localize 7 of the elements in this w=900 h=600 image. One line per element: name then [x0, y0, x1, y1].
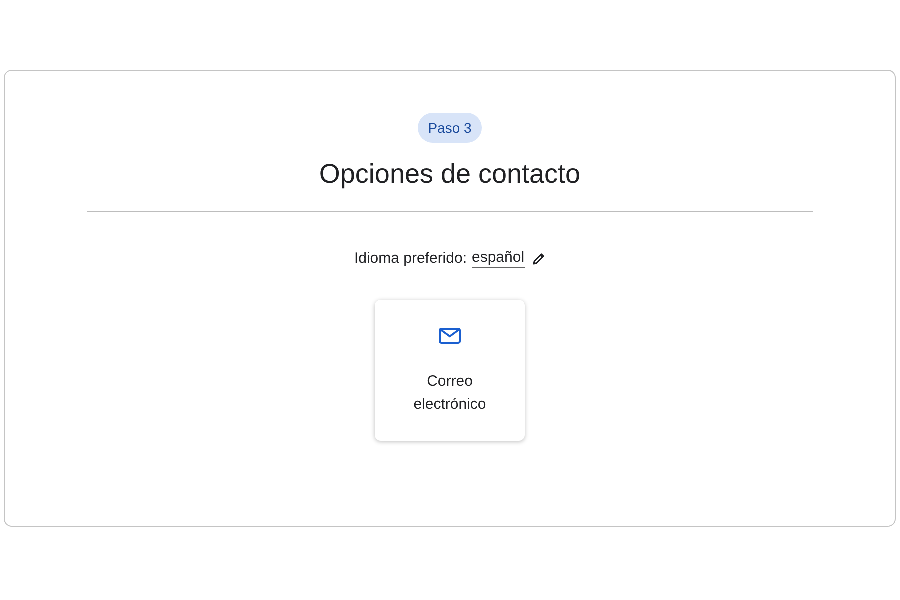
language-label: Idioma preferido: [354, 250, 467, 267]
step-badge: Paso 3 [418, 113, 482, 143]
page-title: Opciones de contacto [319, 159, 581, 190]
envelope-icon [438, 326, 462, 346]
language-link[interactable]: español [472, 249, 525, 268]
contact-option-card[interactable]: Correo electrónico [375, 300, 525, 441]
pencil-icon[interactable] [532, 252, 546, 266]
